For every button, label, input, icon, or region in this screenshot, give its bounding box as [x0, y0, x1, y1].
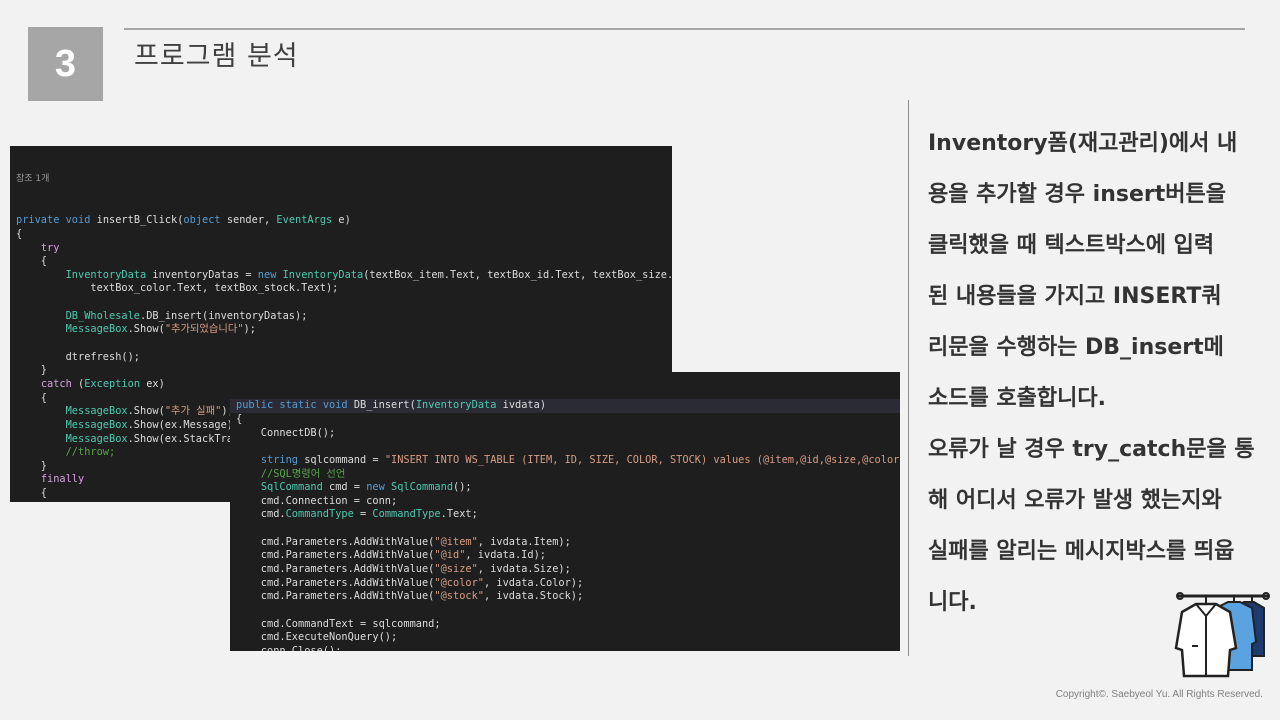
code2-code-line	[230, 604, 900, 618]
slide-title: 프로그램 분석	[134, 41, 299, 72]
code2-code-line: //SQL명령어 선언	[236, 467, 346, 480]
code2-code-line: cmd.CommandText = sqlcommand;	[236, 617, 441, 630]
code2-code-line: {	[236, 412, 243, 425]
code2-code-line	[230, 440, 900, 454]
description-line: 소드를 호출합니다.	[928, 386, 1106, 411]
description-line: 리문을 수행하는 DB_insert메	[928, 335, 1224, 360]
code1-code-line	[10, 337, 672, 351]
code1-code-line: DB_Wholesale.DB_insert(inventoryDatas);	[65, 309, 308, 322]
db-insert-method-code: public static void DB_insert(InventoryDa…	[230, 372, 900, 651]
description-line: Inventory폼(재고관리)에서 내	[928, 131, 1238, 156]
code1-code-line: MessageBox.Show("추가되었습니다");	[65, 323, 256, 336]
code2-code-line: cmd.Parameters.AddWithValue("@item", ivd…	[236, 535, 571, 548]
title-rule	[124, 28, 1245, 30]
code1-code-line: textBox_color.Text, textBox_stock.Text);	[16, 282, 339, 295]
description-line: 클릭했을 때 텍스트박스에 입력	[928, 233, 1215, 258]
description-line: 실패를 알리는 메시지박스를 띄웁	[928, 539, 1235, 564]
code2-code-line: string sqlcommand = "INSERT INTO WS_TABL…	[260, 453, 900, 466]
code2-code-line: cmd.Parameters.AddWithValue("@color", iv…	[236, 576, 584, 589]
code2-code-line: ConnectDB();	[236, 426, 336, 439]
code1-code-line: dtrefresh();	[16, 350, 140, 363]
code2-code-line: cmd.Parameters.AddWithValue("@id", ivdat…	[236, 549, 546, 562]
divider	[908, 100, 909, 656]
code2-code-line: cmd.Parameters.AddWithValue("@stock", iv…	[236, 590, 584, 603]
code1-code-line: private void insertB_Click(object sender…	[16, 214, 351, 227]
code2-code-line: cmd.Parameters.AddWithValue("@size", ivd…	[236, 563, 571, 575]
code2-code-line: cmd.Connection = conn;	[236, 494, 398, 507]
code2-code-line: cmd.CommandType = CommandType.Text;	[236, 508, 478, 521]
description-line: 된 내용들을 가지고 INSERT쿼	[928, 284, 1222, 309]
clothes-rack-icon	[1174, 592, 1270, 678]
code1-code-line: InventoryData inventoryDatas = new Inven…	[65, 268, 672, 281]
code2-code-line: cmd.ExecuteNonQuery();	[236, 631, 398, 644]
description-line: 오류가 날 경우 try_catch문을 통	[928, 437, 1255, 462]
code1-code-line: {	[16, 227, 23, 240]
code2-lines: public static void DB_insert(InventoryDa…	[230, 399, 900, 651]
code1-code-line: try	[40, 241, 60, 254]
code2-code-line	[230, 522, 900, 536]
description-line: 용을 추가할 경우 insert버튼을	[928, 182, 1226, 207]
slide-number-badge: 3	[28, 27, 103, 101]
code2-code-line: SqlCommand cmd = new SqlCommand();	[260, 481, 472, 494]
code2-code-line: public static void DB_insert(InventoryDa…	[230, 399, 900, 413]
code1-code-line: {	[16, 255, 47, 268]
reference-count: 참조 1개	[16, 174, 50, 185]
description-text: Inventory폼(재고관리)에서 내용을 추가할 경우 insert버튼을클…	[928, 118, 1268, 628]
code2-code-line: conn.Close();	[236, 644, 342, 651]
copyright-text: Copyright©. Saebyeol Yu. All Rights Rese…	[1055, 689, 1263, 700]
description-line: 해 어디서 오류가 발생 했는지와	[928, 488, 1222, 513]
code1-code-line	[10, 296, 672, 310]
